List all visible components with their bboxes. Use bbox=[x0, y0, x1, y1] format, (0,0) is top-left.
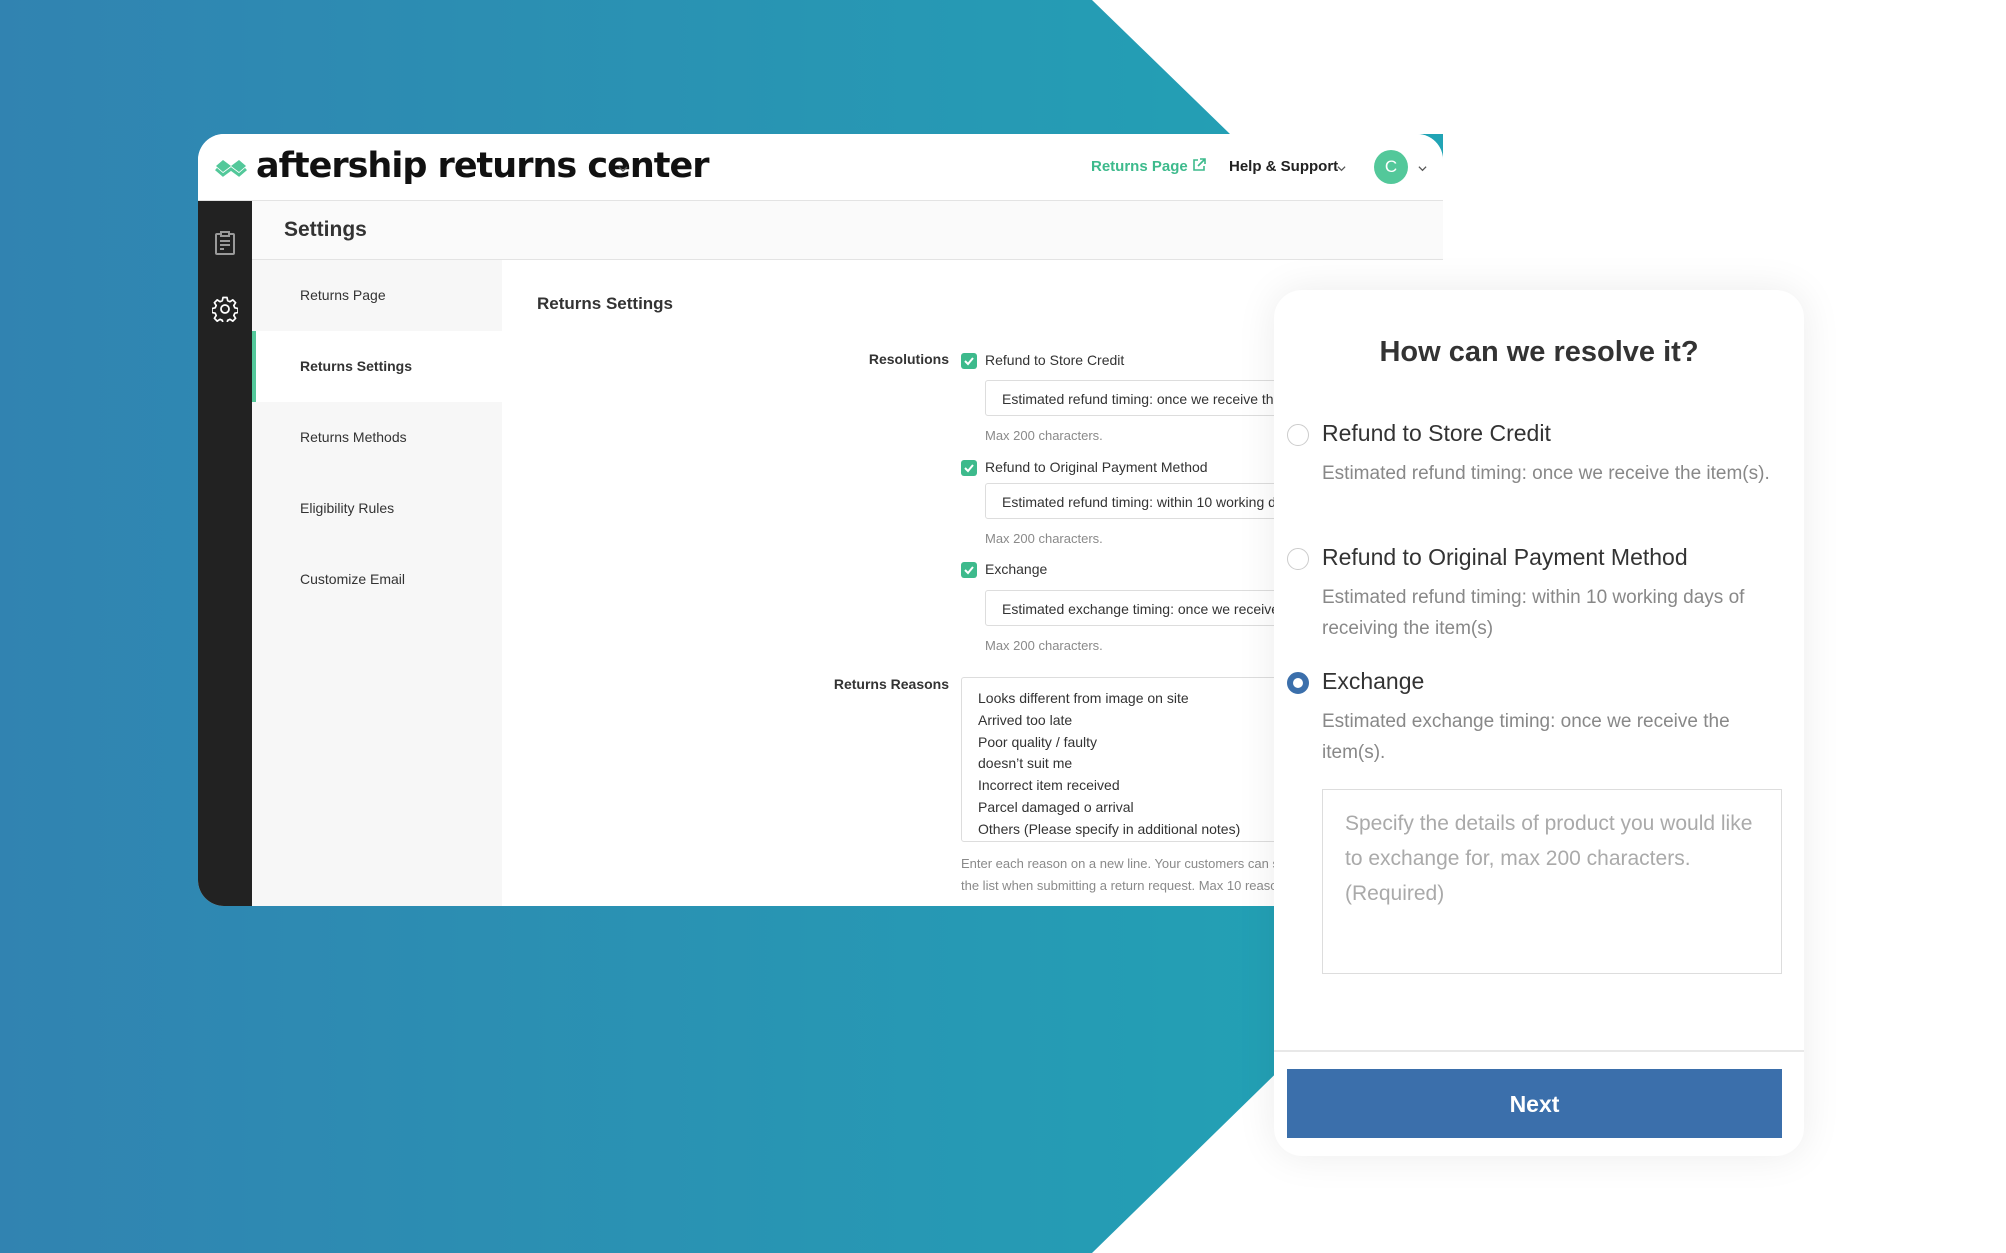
help-support-menu[interactable]: Help & Support bbox=[1229, 158, 1338, 175]
settings-nav-customize-email[interactable]: Customize Email bbox=[252, 544, 502, 615]
returns-reasons-label: Returns Reasons bbox=[833, 676, 949, 692]
option-description: Estimated refund timing: once we receive… bbox=[1322, 463, 1770, 484]
radio-selected[interactable] bbox=[1287, 672, 1309, 694]
resolution-exchange: Exchange bbox=[961, 561, 1048, 579]
user-avatar[interactable]: C bbox=[1374, 150, 1408, 184]
checkbox-checked[interactable] bbox=[961, 460, 977, 477]
resolution-store-credit: Refund to Store Credit bbox=[961, 352, 1125, 370]
clipboard-icon[interactable] bbox=[212, 230, 238, 256]
page-title: Settings bbox=[284, 218, 367, 241]
chevron-down-icon[interactable] bbox=[618, 164, 628, 174]
nav-label: Returns Page bbox=[300, 287, 386, 303]
settings-nav-returns-settings[interactable]: Returns Settings bbox=[252, 331, 502, 402]
option-description: Estimated exchange timing: once we recei… bbox=[1322, 711, 1730, 763]
divider bbox=[1274, 1050, 1804, 1052]
checkbox-label: Refund to Original Payment Method bbox=[985, 459, 1208, 475]
checkbox-checked[interactable] bbox=[961, 353, 977, 370]
option-label: Refund to Store Credit bbox=[1322, 420, 1551, 446]
section-title: Returns Settings bbox=[537, 294, 674, 313]
char-limit-hint: Max 200 characters. bbox=[985, 531, 1103, 546]
radio-unselected[interactable] bbox=[1287, 424, 1309, 446]
resolution-original-payment: Refund to Original Payment Method bbox=[961, 459, 1208, 477]
aftership-logo-icon bbox=[215, 160, 247, 177]
settings-nav-returns-page[interactable]: Returns Page bbox=[252, 260, 502, 331]
returns-page-link[interactable]: Returns Page bbox=[1091, 158, 1206, 175]
radio-unselected[interactable] bbox=[1287, 548, 1309, 570]
resolutions-label: Resolutions bbox=[868, 351, 949, 367]
chevron-down-icon[interactable] bbox=[1337, 164, 1346, 173]
nav-label: Returns Settings bbox=[300, 358, 413, 374]
nav-label: Customize Email bbox=[300, 571, 406, 587]
top-header: aftership returns center Returns Page He… bbox=[198, 134, 1443, 201]
nav-label: Eligibility Rules bbox=[300, 500, 395, 516]
returns-page-link-label: Returns Page bbox=[1091, 158, 1188, 175]
option-description: Estimated refund timing: within 10 worki… bbox=[1322, 587, 1745, 639]
next-button[interactable]: Next bbox=[1287, 1069, 1782, 1138]
icon-rail bbox=[198, 201, 252, 906]
checkbox-checked[interactable] bbox=[961, 562, 977, 579]
settings-nav: Returns Page Returns Settings Returns Me… bbox=[252, 260, 503, 906]
char-limit-hint: Max 200 characters. bbox=[985, 638, 1103, 653]
settings-nav-returns-methods[interactable]: Returns Methods bbox=[252, 402, 502, 473]
customer-resolution-card: How can we resolve it? Refund to Store C… bbox=[1274, 290, 1804, 1156]
resolution-question: How can we resolve it? bbox=[1379, 336, 1699, 368]
app-name[interactable]: aftership returns center bbox=[256, 146, 710, 186]
gear-icon[interactable] bbox=[212, 296, 238, 322]
page-title-bar: Settings bbox=[252, 201, 1443, 260]
option-label: Refund to Original Payment Method bbox=[1322, 544, 1688, 570]
nav-label: Returns Methods bbox=[300, 429, 407, 445]
external-link-icon bbox=[1193, 158, 1206, 171]
checkbox-label: Refund to Store Credit bbox=[985, 352, 1125, 368]
help-support-label: Help & Support bbox=[1229, 158, 1339, 175]
option-label: Exchange bbox=[1322, 668, 1425, 694]
chevron-down-icon[interactable] bbox=[1418, 164, 1427, 173]
char-limit-hint: Max 200 characters. bbox=[985, 428, 1103, 443]
checkbox-label: Exchange bbox=[985, 561, 1048, 577]
settings-nav-eligibility-rules[interactable]: Eligibility Rules bbox=[252, 473, 502, 544]
exchange-details-textarea[interactable]: Specify the details of product you would… bbox=[1322, 789, 1782, 974]
admin-window: aftership returns center Returns Page He… bbox=[198, 134, 1443, 906]
